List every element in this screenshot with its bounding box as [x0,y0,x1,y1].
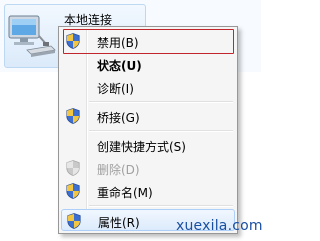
menu-item-label: 重命名(M) [97,186,153,200]
uac-shield-icon [66,108,80,124]
menu-item-rename[interactable]: 重命名(M) [61,180,235,202]
menu-separator [89,205,233,207]
menu-separator [89,101,233,103]
menu-separator [89,130,233,132]
uac-shield-icon [66,183,80,199]
uac-shield-icon [66,160,80,176]
uac-shield-icon [67,213,81,229]
menu-item-label: 创建快捷方式(S) [97,140,186,154]
menu-item-label: 桥接(G) [97,111,140,125]
watermark: xuexila.com [176,218,263,234]
menu-item-label: 诊断(I) [97,82,134,96]
menu-item-label: 删除(D) [97,163,140,177]
menu-item-label: 状态(U) [97,59,142,73]
menu-item-create-shortcut[interactable]: 创建快捷方式(S) [61,134,235,156]
menu-item-bridge[interactable]: 桥接(G) [61,105,235,127]
highlight-frame [63,29,234,54]
menu-item-diagnose[interactable]: 诊断(I) [61,76,235,98]
menu-item-status[interactable]: 状态(U) [61,53,235,75]
menu-item-delete: 删除(D) [61,157,235,179]
menu-item-label: 属性(R) [98,216,140,230]
network-adapter-icon [8,15,56,57]
context-menu: 禁用(B) 状态(U) 诊断(I) 桥接(G) 创建快捷方式(S) 删除(D) … [58,26,238,234]
